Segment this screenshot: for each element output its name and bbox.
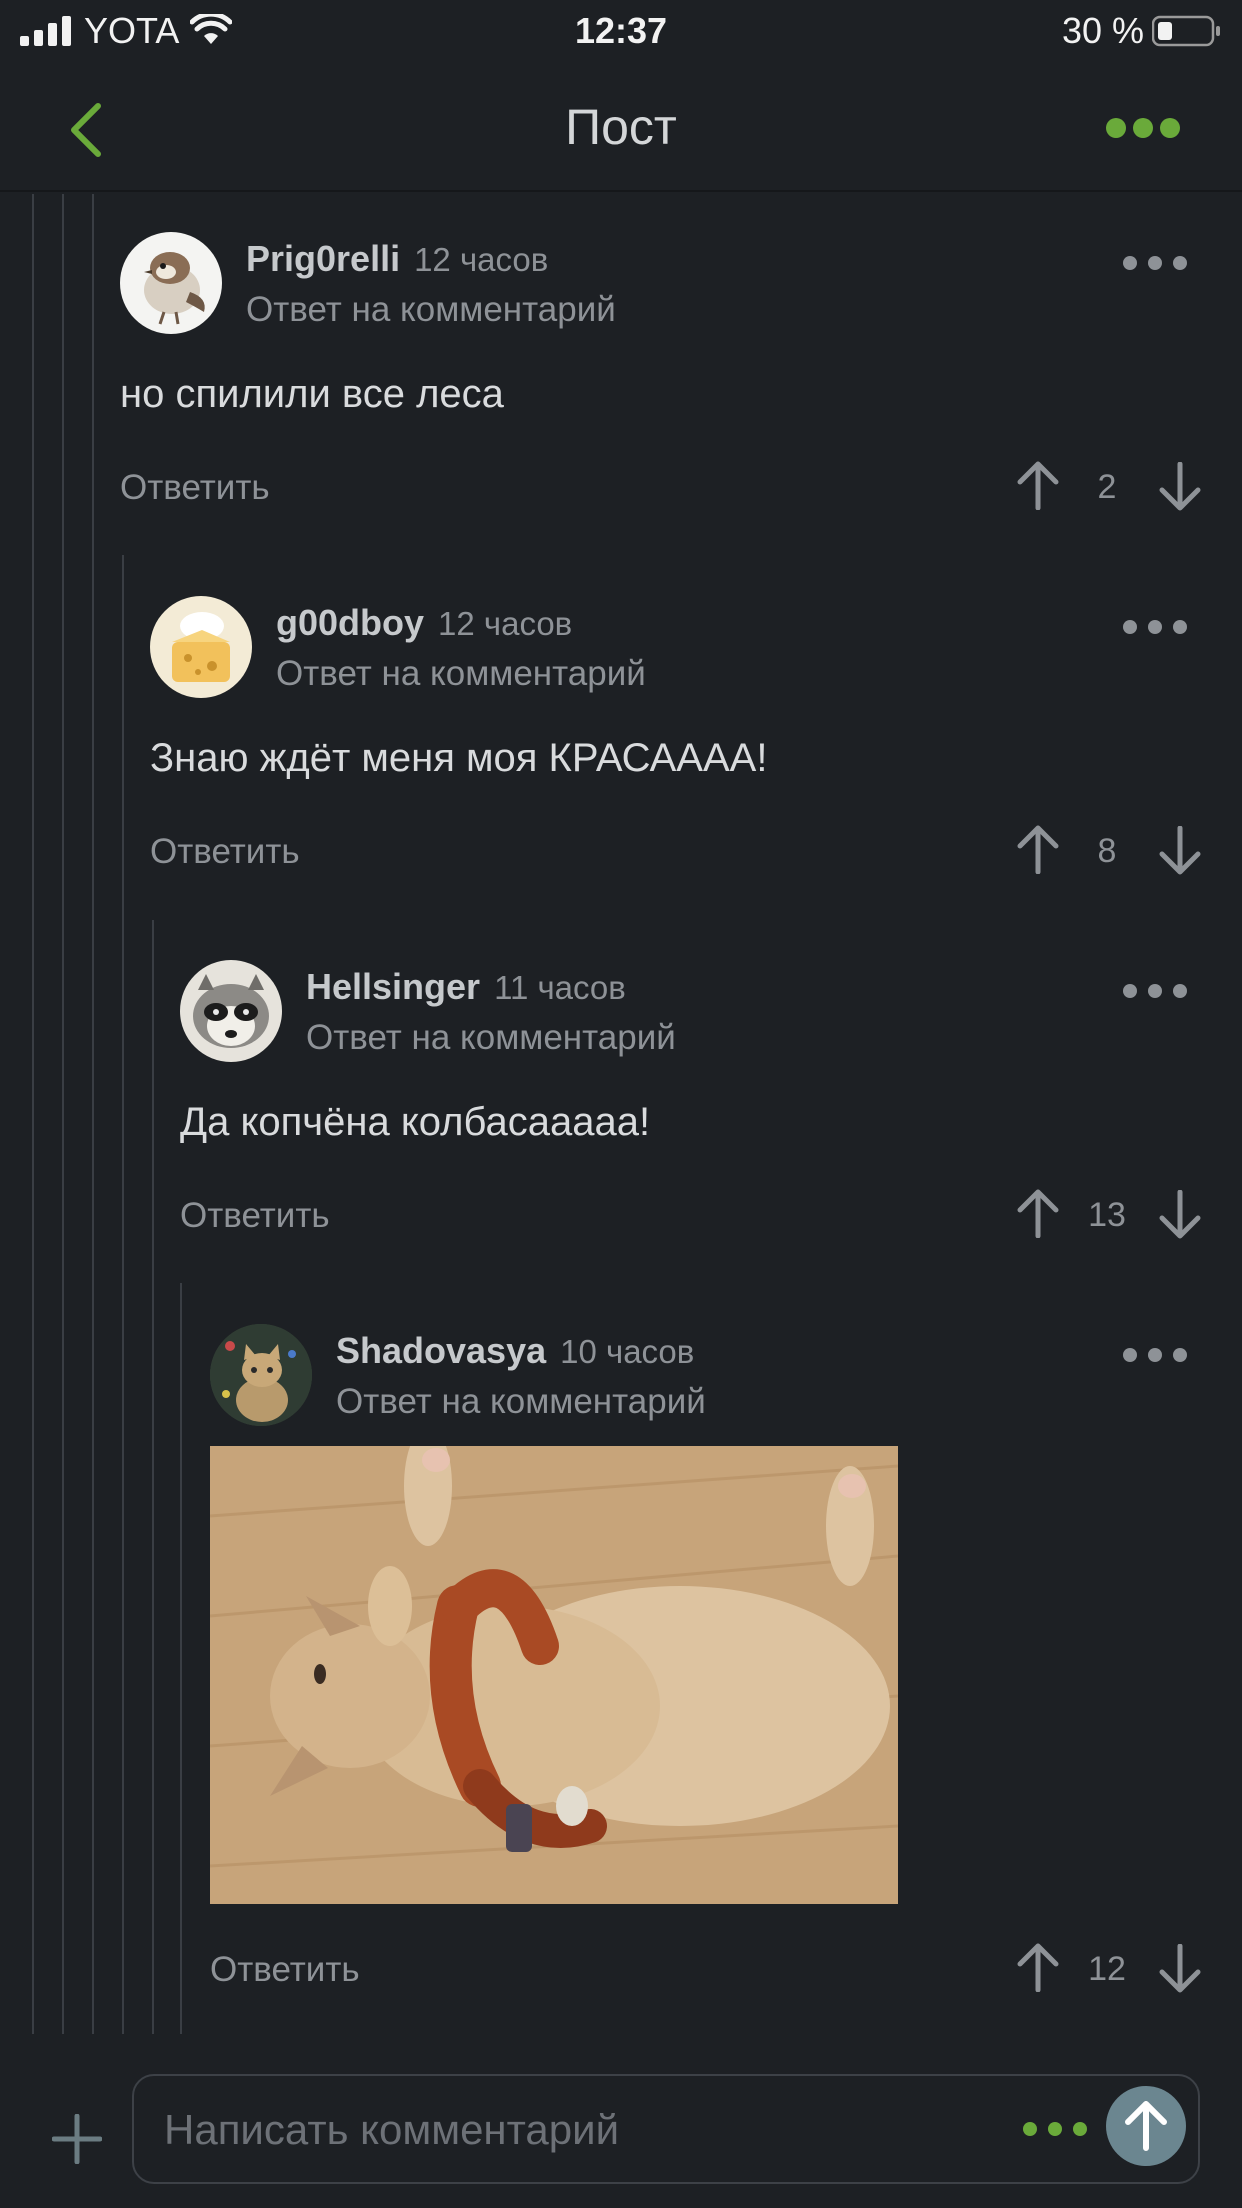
clock: 12:37 <box>574 10 668 51</box>
upvote-arrow-icon[interactable] <box>1016 460 1060 510</box>
raccoon-avatar-icon <box>193 974 269 1048</box>
cat-avatar-icon <box>210 1324 312 1426</box>
downvote-arrow-icon[interactable] <box>1158 1190 1202 1240</box>
reply-to-label[interactable]: Ответ на комментарий <box>276 654 646 694</box>
avatar[interactable] <box>180 960 282 1062</box>
reply-button[interactable]: Ответить <box>150 832 300 872</box>
reply-button[interactable]: Ответить <box>210 1950 360 1990</box>
comment-input-placeholder: Написать комментарий <box>164 2106 620 2153</box>
vote-score: 12 <box>1088 1950 1126 1988</box>
plus-icon[interactable] <box>52 2114 102 2164</box>
reply-to-label[interactable]: Ответ на комментарий <box>336 1382 706 1422</box>
more-dots-icon[interactable] <box>1022 2120 1088 2138</box>
send-arrow-icon <box>1125 2101 1167 2151</box>
comment: g00dboy 12 часов Ответ на комментарий Зна… <box>150 596 1202 886</box>
page-title: Пост <box>565 99 677 155</box>
cat-with-sausage-image[interactable] <box>210 1446 898 1904</box>
comment-time: 11 часов <box>494 969 626 1006</box>
comment-text: Да копчёна колбасааааа! <box>180 1100 651 1144</box>
comment-time: 12 часов <box>438 605 573 642</box>
reply-button[interactable]: Ответить <box>180 1196 330 1236</box>
downvote-arrow-icon[interactable] <box>1158 1944 1202 1994</box>
avatar[interactable] <box>210 1324 312 1426</box>
thread-line <box>92 194 94 2034</box>
thread-line <box>152 920 154 2034</box>
thread-line <box>122 555 124 2034</box>
comment: Hellsinger 11 часов Ответ на комментарий … <box>180 960 1202 1250</box>
more-options-icon[interactable] <box>1104 116 1182 140</box>
comment-time: 10 часов <box>560 1333 695 1370</box>
thread-line <box>62 194 64 2034</box>
thread-line <box>180 1283 182 2034</box>
downvote-arrow-icon[interactable] <box>1158 462 1202 512</box>
nav-bar: Пост <box>0 62 1242 192</box>
battery-percent: 30 % <box>1061 10 1144 51</box>
vote-score: 13 <box>1088 1196 1126 1234</box>
vote-score: 8 <box>1097 832 1117 870</box>
vote-score: 2 <box>1097 468 1117 506</box>
comment-more-icon[interactable] <box>1122 982 1188 1000</box>
comment-composer: Написать комментарий <box>0 2034 1242 2208</box>
username[interactable]: Hellsinger 11 часов <box>306 966 626 1008</box>
reply-to-label[interactable]: Ответ на комментарий <box>246 290 616 330</box>
username[interactable]: Prig0relli 12 часов <box>246 238 548 280</box>
comment-more-icon[interactable] <box>1122 1346 1188 1364</box>
cheese-avatar-icon <box>172 612 230 682</box>
comment-more-icon[interactable] <box>1122 254 1188 272</box>
comment-input[interactable]: Написать комментарий <box>132 2074 1200 2184</box>
downvote-arrow-icon[interactable] <box>1158 826 1202 876</box>
avatar[interactable] <box>150 596 252 698</box>
status-bar: YOTA 12:37 30 % <box>0 0 1242 62</box>
comment-more-icon[interactable] <box>1122 618 1188 636</box>
comment: Prig0relli 12 часов Ответ на комментарий … <box>120 232 1202 522</box>
comment: Shadovasya 10 часов Ответ на комментарий … <box>210 1324 1202 2004</box>
username[interactable]: Shadovasya 10 часов <box>336 1330 694 1372</box>
comment-time: 12 часов <box>414 241 549 278</box>
battery-icon <box>1152 15 1220 47</box>
username[interactable]: g00dboy 12 часов <box>276 602 572 644</box>
reply-button[interactable]: Ответить <box>120 468 270 508</box>
upvote-arrow-icon[interactable] <box>1016 1188 1060 1238</box>
thread-line <box>32 194 34 2034</box>
reply-to-label[interactable]: Ответ на комментарий <box>306 1018 676 1058</box>
avatar[interactable] <box>120 232 222 334</box>
comment-text: но спилили все леса <box>120 372 504 416</box>
sparrow-avatar-icon <box>144 252 205 325</box>
upvote-arrow-icon[interactable] <box>1016 1942 1060 1992</box>
send-button[interactable] <box>1106 2086 1186 2166</box>
comment-text: Знаю ждёт меня моя КРАСАААА! <box>150 736 768 780</box>
upvote-arrow-icon[interactable] <box>1016 824 1060 874</box>
